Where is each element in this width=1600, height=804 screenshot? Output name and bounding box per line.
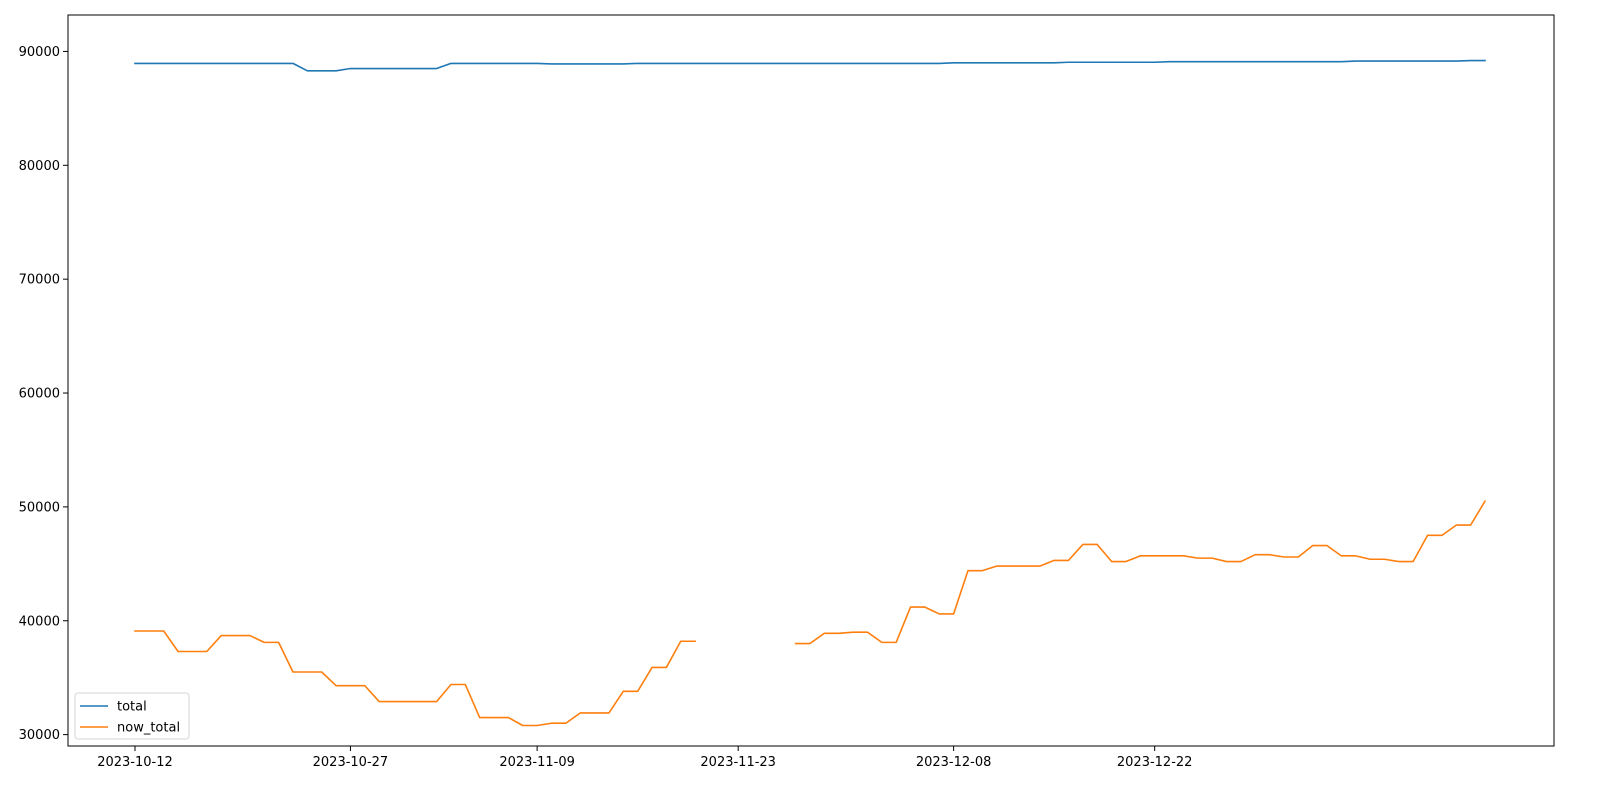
y-tick-label: 70000 (19, 273, 60, 288)
y-tick-label: 90000 (19, 45, 60, 60)
x-tick-label: 2023-12-22 (1117, 755, 1193, 770)
chart-background (0, 0, 1600, 800)
legend-label-total: total (117, 700, 147, 715)
y-tick-label: 40000 (19, 614, 60, 629)
legend: total now_total (74, 692, 190, 740)
x-tick-label: 2023-11-09 (499, 755, 575, 770)
y-tick-label: 50000 (19, 500, 60, 515)
legend-label-now_total: now_total (117, 721, 180, 736)
x-tick-label: 2023-10-12 (97, 755, 173, 770)
x-tick-label: 2023-11-23 (700, 755, 776, 770)
y-tick-label: 80000 (19, 159, 60, 174)
y-tick-label: 30000 (19, 728, 60, 743)
chart-root: 30000 40000 50000 60000 70000 80000 90000 2023-… (0, 0, 1600, 800)
y-tick-label: 60000 (19, 387, 60, 402)
x-tick-label: 2023-10-27 (313, 755, 389, 770)
line-chart: 30000 40000 50000 60000 70000 80000 90000 2023-… (0, 0, 1600, 800)
x-tick-label: 2023-12-08 (916, 755, 992, 770)
